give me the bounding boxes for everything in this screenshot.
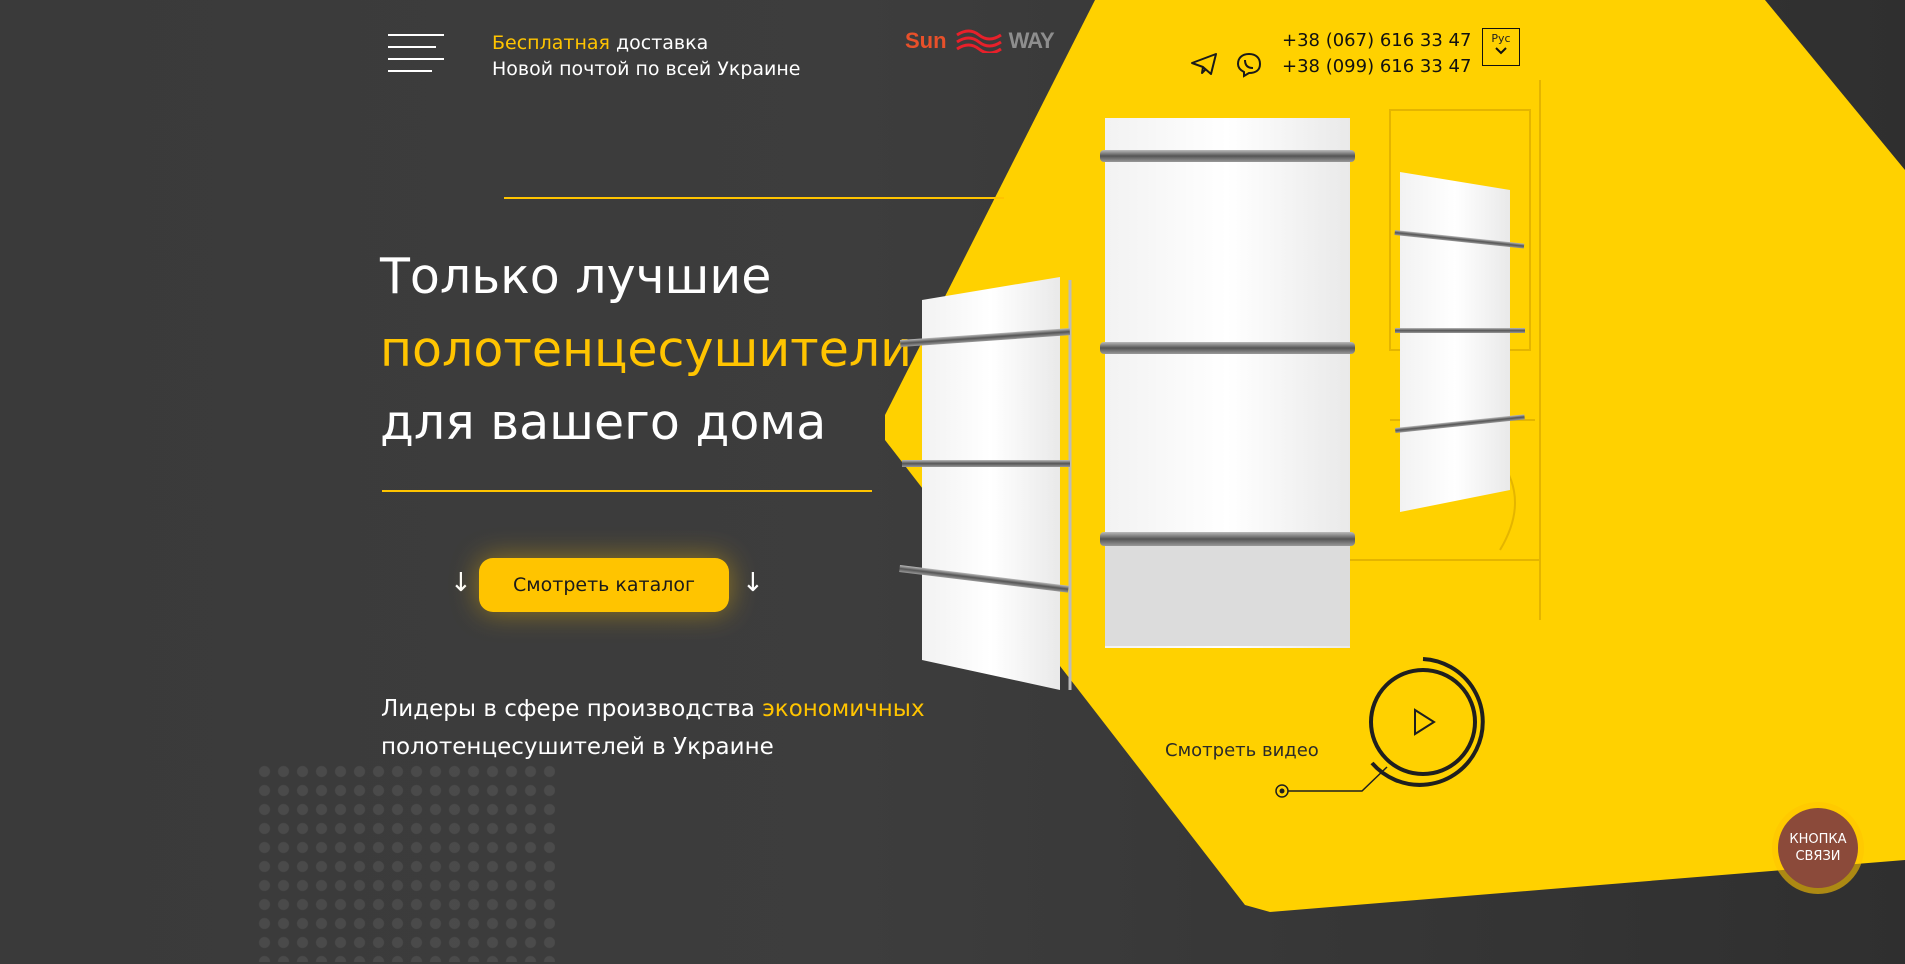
arrow-down-icon: ↓: [450, 568, 472, 598]
menu-icon: [388, 34, 444, 36]
subtitle-text: Лидеры в сфере производства: [381, 696, 763, 722]
subtitle-line2: полотенцесушителей в Украине: [381, 734, 774, 760]
delivery-line2: Новой почтой по всей Украине: [492, 58, 801, 80]
dot-pattern-decoration: [255, 762, 555, 962]
contact-button[interactable]: КНОПКА СВЯЗИ: [1778, 808, 1858, 888]
language-label: Рус: [1491, 32, 1511, 45]
headline-line3: для вашего дома: [380, 394, 827, 451]
language-select[interactable]: Рус: [1482, 28, 1520, 66]
viber-icon[interactable]: [1236, 52, 1262, 78]
delivery-highlight: Бесплатная: [492, 32, 610, 54]
headline-line2: полотенцесушители: [380, 321, 913, 378]
headline-line1: Только лучшие: [380, 248, 772, 305]
delivery-info: Бесплатная доставка Новой почтой по всей…: [492, 30, 801, 82]
phone-link-2[interactable]: +38 (099) 616 33 47: [1282, 54, 1471, 80]
telegram-icon[interactable]: [1190, 52, 1218, 76]
hero-headline: Только лучшие полотенцесушители для ваше…: [380, 240, 912, 459]
contact-button-line1: КНОПКА: [1789, 832, 1847, 847]
towel-warmers-image: [899, 118, 1525, 690]
logo-way: WAY: [1008, 28, 1055, 53]
watch-video-label[interactable]: Смотреть видео: [1165, 740, 1319, 761]
phone-link-1[interactable]: +38 (067) 616 33 47: [1282, 28, 1471, 54]
contact-button-line2: СВЯЗИ: [1795, 849, 1841, 864]
arrow-down-icon: ↓: [742, 568, 764, 598]
logo-wave-icon: [955, 29, 1002, 53]
logo-sun: Sun: [905, 28, 947, 53]
chevron-down-icon: [1495, 47, 1507, 55]
messenger-icons: [1190, 52, 1262, 78]
play-video-button[interactable]: [1262, 645, 1502, 805]
decorative-line-bottom: [382, 490, 872, 492]
hero-subtitle: Лидеры в сфере производства экономичных …: [381, 690, 925, 766]
delivery-text: доставка: [609, 32, 709, 54]
logo[interactable]: Sun WAY: [905, 26, 1055, 56]
catalog-button[interactable]: Смотреть каталог: [479, 558, 729, 612]
phone-numbers: +38 (067) 616 33 47 +38 (099) 616 33 47: [1282, 28, 1471, 80]
menu-button[interactable]: [388, 34, 444, 74]
